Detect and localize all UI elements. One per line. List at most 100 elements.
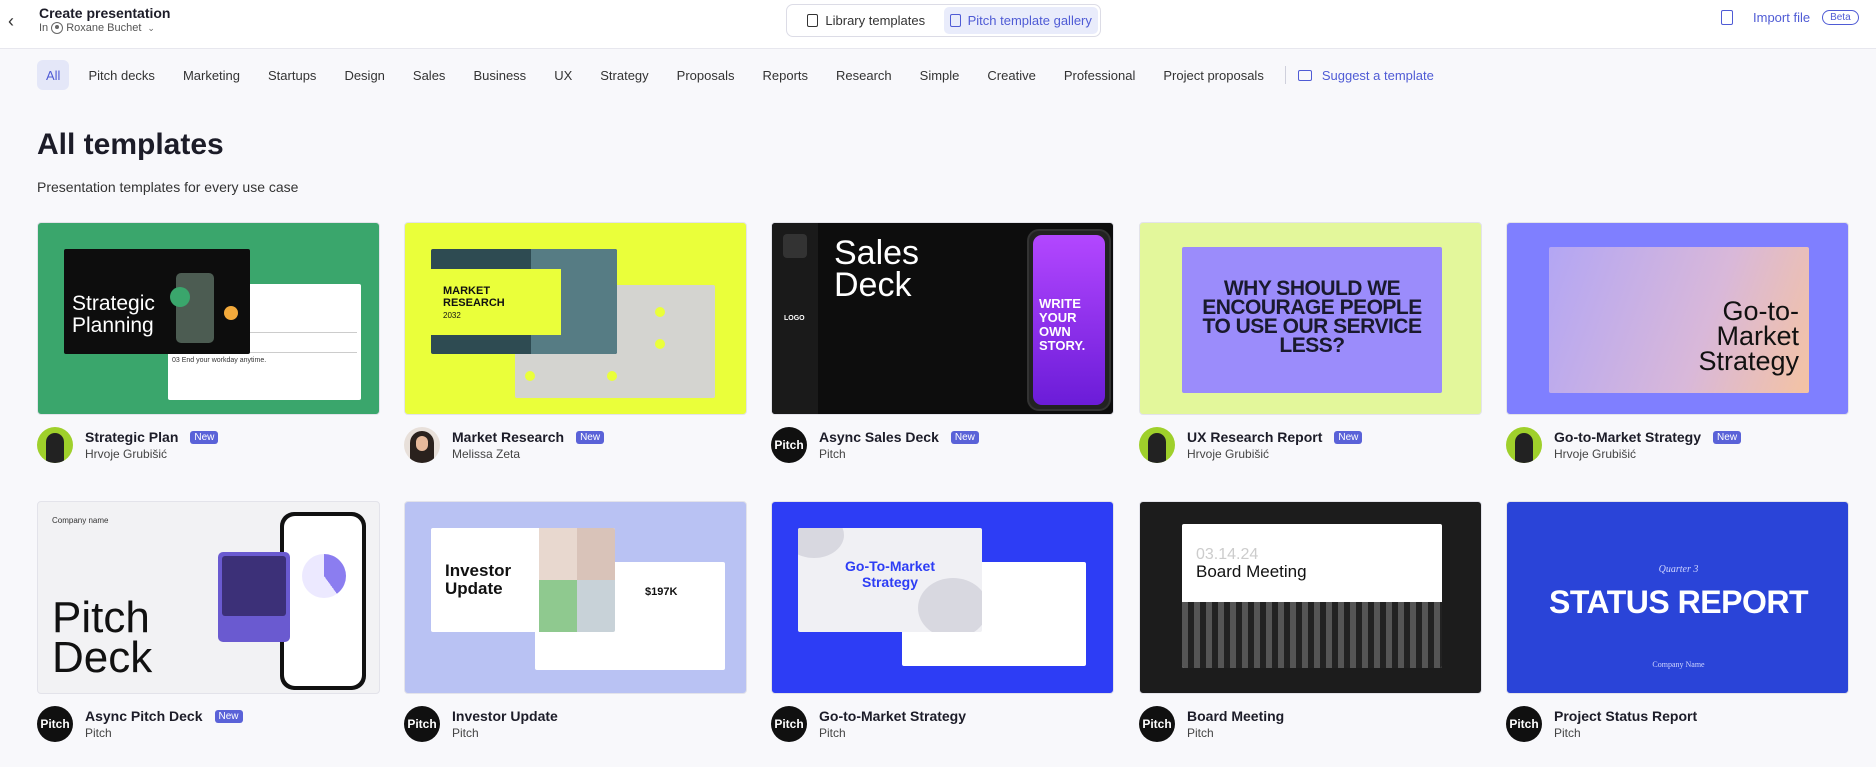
back-chevron-icon[interactable]: ‹ [8,11,24,31]
filter-simple[interactable]: Simple [911,60,969,90]
thumb-pie [302,554,346,598]
filter-business[interactable]: Business [464,60,535,90]
template-thumbnail[interactable]: LOGO Sales Deck WRITE YOUR OWN STORY. [771,222,1114,415]
filter-project-proposals[interactable]: Project proposals [1154,60,1272,90]
card-title[interactable]: Go-to-Market Strategy [819,708,966,724]
card-title[interactable]: Investor Update [452,708,558,724]
card-title[interactable]: Async Pitch Deck New [85,708,243,724]
avatar: Pitch [1506,706,1542,742]
filter-reports[interactable]: Reports [753,60,817,90]
import-file-button[interactable]: Import file Beta [1721,10,1859,25]
card-meta: Pitch Board Meeting Pitch [1139,706,1482,746]
template-thumbnail[interactable]: $197K Investor Update [404,501,747,694]
avatar [404,427,440,463]
thumb-phone-image [176,273,214,343]
filter-creative[interactable]: Creative [978,60,1044,90]
thumb-slide-front: Strategic Planning [64,249,250,354]
template-card-strategic-plan[interactable]: 02 Reserve and occupy. 03 End your workd… [37,222,380,467]
category-filters: All Pitch decks Marketing Startups Desig… [37,60,1434,90]
card-title[interactable]: Async Sales Deck New [819,429,979,445]
card-title[interactable]: Go-to-Market Strategy New [1554,429,1742,445]
card-author: Pitch [452,726,479,740]
thumb-sidebar: LOGO [772,223,818,414]
suggest-template-link[interactable]: Suggest a template [1297,68,1434,83]
card-title[interactable]: Market Research New [452,429,605,445]
template-thumbnail[interactable]: Company name Pitch Deck [37,501,380,694]
owner-selector[interactable]: In Roxane Buchet ⌄ [39,22,155,34]
template-card-async-sales-deck[interactable]: LOGO Sales Deck WRITE YOUR OWN STORY. Pi… [771,222,1114,467]
thumb-company: Company Name [1652,660,1705,669]
thumb-title: WHY SHOULD WE ENCOURAGE PEOPLE TO USE OU… [1202,277,1422,357]
card-title[interactable]: UX Research Report New [1187,429,1363,445]
card-meta: Pitch Async Sales Deck New Pitch [771,427,1114,467]
thumb-dot [525,371,535,381]
thumb-card-overlay [218,552,290,642]
card-meta: Pitch Investor Update Pitch [404,706,747,746]
filter-proposals[interactable]: Proposals [668,60,744,90]
filter-research[interactable]: Research [827,60,901,90]
template-card-go-to-market-strategy[interactable]: Go-to-Market Strategy Go-to-Market Strat… [1506,222,1849,467]
new-badge: New [1334,430,1363,444]
card-meta: Pitch Project Status Report Pitch [1506,706,1849,746]
thumb-quarter: Quarter 3 [1658,564,1699,575]
thumb-dot [224,306,238,320]
template-card-ux-research-report[interactable]: WHY SHOULD WE ENCOURAGE PEOPLE TO USE OU… [1139,222,1482,467]
filter-professional[interactable]: Professional [1055,60,1145,90]
book-icon [807,14,819,27]
card-meta: Strategic Plan New Hrvoje Grubišić [37,427,380,467]
thumb-dot [655,307,665,317]
template-thumbnail[interactable]: MARKET RESEARCH 2032 [404,222,747,415]
template-card-go-to-market-strategy-pitch[interactable]: Go-To-Market Strategy Pitch Go-to-Market… [771,501,1114,746]
template-card-investor-update[interactable]: $197K Investor Update Pitch Investor Upd… [404,501,747,746]
tab-label: Pitch template gallery [967,13,1092,28]
card-author: Pitch [819,726,846,740]
card-author: Pitch [819,447,846,461]
template-card-project-status-report[interactable]: Quarter 3 STATUS REPORT Company Name Pit… [1506,501,1849,746]
template-thumbnail[interactable]: 03.14.24 Board Meeting [1139,501,1482,694]
thumb-title: Pitch Deck [52,593,153,682]
tab-pitch-template-gallery[interactable]: Pitch template gallery [943,7,1098,34]
avatar: Pitch [404,706,440,742]
avatar: Pitch [771,706,807,742]
filter-startups[interactable]: Startups [259,60,325,90]
thumb-title: Sales Deck [834,234,920,304]
owner-name: Roxane Buchet [66,22,142,34]
template-card-async-pitch-deck[interactable]: Company name Pitch Deck Pitch Async Pitc… [37,501,380,746]
card-title[interactable]: Project Status Report [1554,708,1697,724]
template-thumbnail[interactable]: Quarter 3 STATUS REPORT Company Name [1506,501,1849,694]
filter-marketing[interactable]: Marketing [174,60,249,90]
card-title[interactable]: Board Meeting [1187,708,1284,724]
filter-pitch-decks[interactable]: Pitch decks [79,60,163,90]
thumb-phone-screen [284,516,362,686]
section-subheading: Presentation templates for every use cas… [37,179,299,195]
thumb-phone-text: WRITE YOUR OWN STORY. [1039,296,1086,353]
thumb-phone-screen: WRITE YOUR OWN STORY. [1033,235,1105,405]
filter-ux[interactable]: UX [545,60,581,90]
tab-label: Library templates [825,13,926,28]
filter-all[interactable]: All [37,60,70,90]
filter-strategy[interactable]: Strategy [591,60,657,90]
filter-sales[interactable]: Sales [404,60,455,90]
card-meta: Go-to-Market Strategy New Hrvoje Grubišić [1506,427,1849,467]
card-title[interactable]: Strategic Plan New [85,429,219,445]
template-thumbnail[interactable]: Go-To-Market Strategy [771,501,1114,694]
template-thumbnail[interactable]: WHY SHOULD WE ENCOURAGE PEOPLE TO USE OU… [1139,222,1482,415]
avatar: Pitch [37,706,73,742]
template-card-market-research[interactable]: MARKET RESEARCH 2032 Market Research New … [404,222,747,467]
card-author: Melissa Zeta [452,447,521,461]
new-badge: New [214,709,243,723]
template-thumbnail[interactable]: Go-to-Market Strategy [1506,222,1849,415]
thumb-photo [577,528,615,580]
thumb-logo: LOGO [784,315,805,322]
template-card-board-meeting[interactable]: 03.14.24 Board Meeting Pitch Board Meeti… [1139,501,1482,746]
filter-design[interactable]: Design [335,60,393,90]
thumb-slide: WHY SHOULD WE ENCOURAGE PEOPLE TO USE OU… [1182,247,1442,393]
new-badge: New [190,430,219,444]
card-author: Hrvoje Grubišić [1187,447,1270,461]
tab-library-templates[interactable]: Library templates [789,7,944,34]
avatar: Pitch [771,427,807,463]
thumb-slide-front: Go-To-Market Strategy [798,528,982,632]
card-author: Hrvoje Grubišić [1554,447,1637,461]
template-thumbnail[interactable]: 02 Reserve and occupy. 03 End your workd… [37,222,380,415]
thumb-photo [539,528,577,580]
